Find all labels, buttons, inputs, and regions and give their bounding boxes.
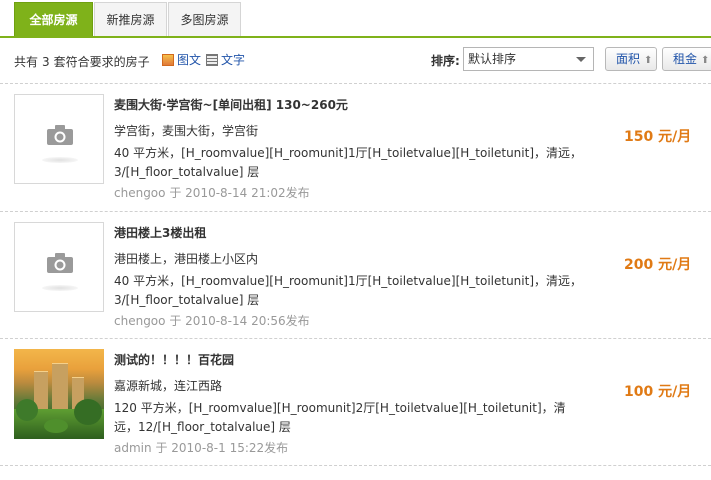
tab-multi-photo-listings[interactable]: 多图房源 xyxy=(168,2,241,36)
listing-time: 2010-8-14 20:56发布 xyxy=(185,314,310,328)
listing-price: 100 元/月 xyxy=(624,384,692,400)
text-view-icon xyxy=(206,54,218,66)
listing-meta: chengoo 于 2010-8-14 20:56发布 xyxy=(114,312,310,329)
listing-title[interactable]: 港田楼上3楼出租 xyxy=(114,224,206,241)
view-text-link[interactable]: 文字 xyxy=(206,51,245,68)
arrow-up-icon: ⬆ xyxy=(701,55,710,66)
listing-item: 港田楼上3楼出租 港田楼上，港田楼上小区内 40 平方米，[H_roomvalu… xyxy=(0,211,711,337)
camera-shadow xyxy=(42,285,78,291)
results-toolbar: 共有 3 套符合要求的房子 图文 文字 排序: 默认排序 面积 ⬆ 租金 ⬆ xyxy=(0,46,711,74)
view-picture-link[interactable]: 图文 xyxy=(162,51,201,68)
view-text-label: 文字 xyxy=(221,53,246,67)
sort-label: 排序: xyxy=(431,54,460,68)
count-suffix: 套符合要求的房子 xyxy=(53,55,150,69)
listing-description: 40 平方米，[H_roomvalue][H_roomunit]1厅[H_toi… xyxy=(114,146,583,179)
sort-rent-label: 租金 xyxy=(673,52,698,66)
result-count: 共有 3 套符合要求的房子 xyxy=(14,53,150,70)
camera-icon xyxy=(47,253,73,273)
listing-time: 2010-8-14 21:02发布 xyxy=(185,186,310,200)
count-prefix: 共有 xyxy=(14,55,39,69)
camera-icon xyxy=(47,125,73,145)
photo-building xyxy=(52,363,68,411)
count-number: 3 xyxy=(42,55,50,69)
sort-by-rent-button[interactable]: 租金 ⬆ xyxy=(662,47,711,71)
tab-bar: 全部房源 新推房源 多图房源 xyxy=(0,0,711,38)
listing-item: 测试的！！！！百花园 嘉源新城，连江西路 120 平方米，[H_roomvalu… xyxy=(0,338,711,464)
view-picture-label: 图文 xyxy=(177,53,202,67)
listing-item: 麦围大街·学宫街~[单间出租] 130~260元 学宫街，麦围大街，学宫街 40… xyxy=(0,83,711,209)
listing-title[interactable]: 测试的！！！！百花园 xyxy=(114,351,234,368)
sort-select[interactable]: 默认排序 xyxy=(463,47,594,71)
listing-time-prefix: 于 xyxy=(169,314,182,328)
listing-author[interactable]: chengoo xyxy=(114,314,166,328)
listing-title[interactable]: 麦围大街·学宫街~[单间出租] 130~260元 xyxy=(114,96,348,113)
arrow-up-icon: ⬆ xyxy=(644,55,653,66)
sort-area-label: 面积 xyxy=(616,52,641,66)
listing-thumbnail[interactable] xyxy=(14,94,104,184)
listing-description: 120 平方米，[H_roomvalue][H_roomunit]2厅[H_to… xyxy=(114,401,566,434)
camera-shadow xyxy=(42,157,78,163)
listing-author[interactable]: chengoo xyxy=(114,186,166,200)
tab-all-listings[interactable]: 全部房源 xyxy=(14,2,93,36)
sort-selected-value: 默认排序 xyxy=(468,52,517,66)
listing-price: 150 元/月 xyxy=(624,129,692,145)
listing-time: 2010-8-1 15:22发布 xyxy=(171,441,289,455)
list-divider xyxy=(0,465,711,466)
listing-price: 200 元/月 xyxy=(624,257,692,273)
listing-author[interactable]: admin xyxy=(114,441,152,455)
listing-photo[interactable] xyxy=(14,349,104,439)
photo-tree xyxy=(44,419,68,433)
listing-time-prefix: 于 xyxy=(169,186,182,200)
chevron-down-icon xyxy=(576,57,586,62)
listing-meta: chengoo 于 2010-8-14 21:02发布 xyxy=(114,184,310,201)
photo-tree xyxy=(74,399,102,425)
listing-description: 40 平方米，[H_roomvalue][H_roomunit]1厅[H_toi… xyxy=(114,274,583,307)
picture-view-icon xyxy=(162,54,174,66)
listing-address: 港田楼上，港田楼上小区内 xyxy=(114,252,259,266)
listing-thumbnail[interactable] xyxy=(14,222,104,312)
tab-new-listings[interactable]: 新推房源 xyxy=(94,2,167,36)
listing-time-prefix: 于 xyxy=(155,441,168,455)
listing-meta: admin 于 2010-8-1 15:22发布 xyxy=(114,439,288,456)
listing-address: 嘉源新城，连江西路 xyxy=(114,379,223,393)
photo-tree xyxy=(16,399,38,421)
listing-address: 学宫街，麦围大街，学宫街 xyxy=(114,124,259,138)
sort-by-area-button[interactable]: 面积 ⬆ xyxy=(605,47,657,71)
